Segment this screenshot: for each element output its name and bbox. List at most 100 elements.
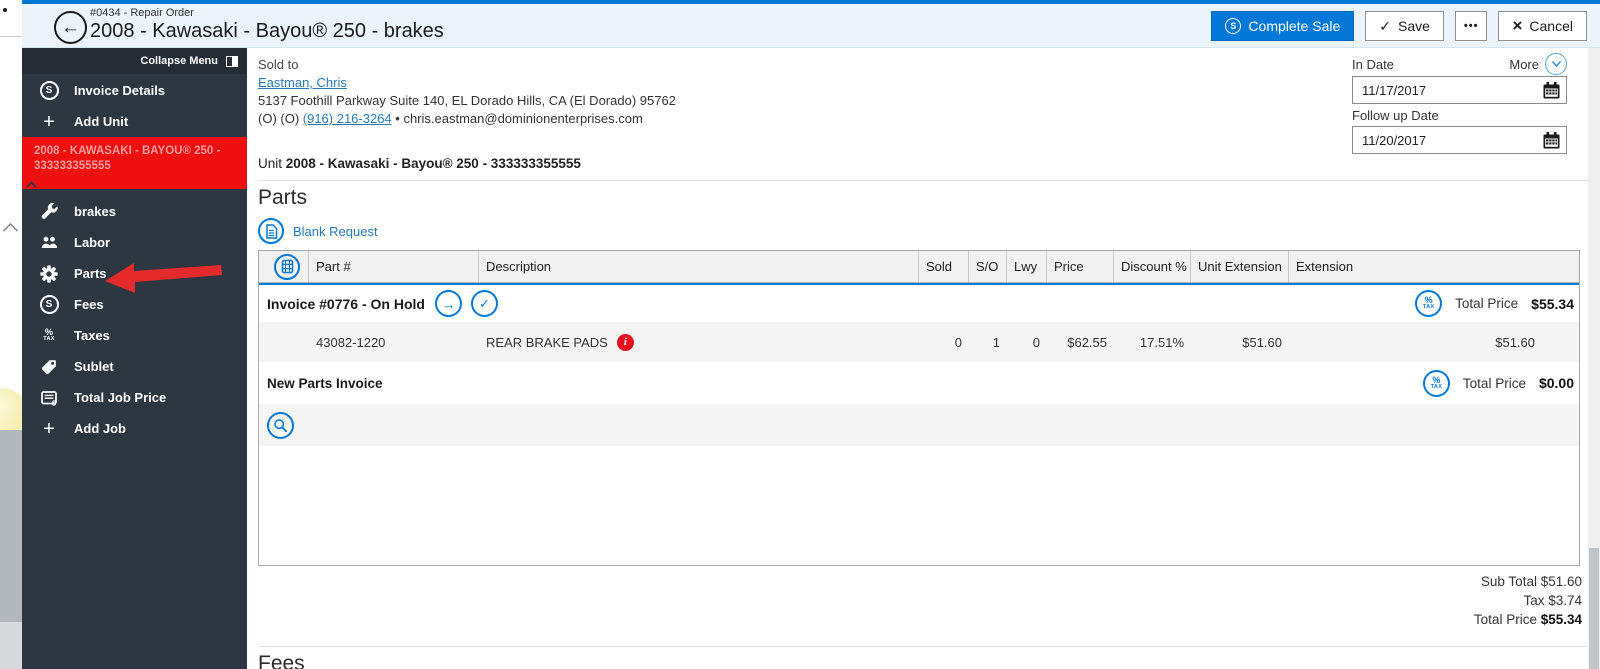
gear-icon [39, 264, 59, 283]
total-price-label: Total Price [1455, 296, 1519, 311]
vertical-scrollbar-thumb[interactable] [1589, 548, 1599, 669]
sidebar-selected-unit[interactable]: 2008 - KAWASAKI - BAYOU® 250 - 333333355… [22, 137, 247, 189]
sidebar-item-label: Sublet [74, 359, 114, 374]
sidebar-item-label: Add Job [74, 421, 126, 436]
part-table-row[interactable]: 43082-1220 REAR BRAKE PADS i 0 1 0 $62.5… [259, 322, 1579, 362]
sidebar-item-add-unit[interactable]: + Add Unit [22, 106, 247, 137]
total-price-line: Total Price $55.34 [1474, 610, 1582, 629]
cancel-label: Cancel [1529, 18, 1573, 34]
section-divider [258, 180, 1588, 181]
sold-to-label: Sold to [258, 57, 299, 72]
calendar-icon[interactable] [1542, 81, 1561, 100]
more-label: More [1509, 56, 1539, 72]
svg-text:$: $ [52, 400, 56, 406]
calendar-icon[interactable] [1542, 131, 1561, 150]
search-icon[interactable] [267, 411, 294, 439]
lwy-cell: 0 [1032, 334, 1040, 350]
unit-label: Unit [258, 156, 286, 171]
customer-name-link[interactable]: Eastman, Chris [258, 75, 347, 90]
sold-cell: 0 [954, 334, 962, 350]
invoice-group-row: Invoice #0776 - On Hold → ✓ % TAX Total P… [259, 283, 1579, 322]
sub-total-label: Sub Total [1480, 574, 1541, 589]
tax-toggle-icon[interactable]: % TAX [1422, 369, 1450, 397]
grand-total-value: $55.34 [1540, 612, 1582, 627]
discount-cell: 17.51% [1139, 334, 1184, 350]
tax-toggle-icon[interactable]: % TAX [1415, 290, 1443, 317]
follow-up-date-input[interactable] [1353, 127, 1566, 153]
s-circle-icon: S [39, 81, 59, 100]
grand-total-label: Total Price [1473, 612, 1541, 627]
sidebar-item-sublet[interactable]: Sublet [22, 351, 247, 382]
tax-line: Tax $3.74 [1474, 591, 1582, 610]
collapse-menu-button[interactable]: Collapse Menu [22, 48, 247, 74]
close-icon: × [1512, 16, 1523, 35]
so-cell: 1 [992, 334, 1000, 350]
header-icon-cell [259, 251, 309, 282]
tax-value: $3.74 [1548, 593, 1582, 608]
parts-catalog-icon[interactable] [274, 253, 300, 280]
sidebar-item-fees[interactable]: S Fees [22, 289, 247, 320]
tag-icon [39, 359, 59, 375]
in-date-input[interactable] [1353, 77, 1566, 103]
extension-cell: $51.60 [1495, 334, 1535, 350]
more-options-button[interactable]: ••• [1454, 11, 1488, 41]
sidebar-item-labor[interactable]: Labor [22, 227, 247, 258]
sidebar-item-invoice-details[interactable]: S Invoice Details [22, 75, 247, 106]
plus-icon: + [43, 110, 55, 133]
goto-invoice-arrow-icon[interactable]: → [434, 290, 462, 317]
section-divider [258, 646, 1588, 647]
in-date-field [1352, 76, 1567, 104]
sidebar-item-parts[interactable]: Parts [22, 258, 247, 289]
in-date-label: In Date [1352, 57, 1394, 72]
follow-up-date-field [1352, 126, 1567, 154]
contact-separator: • [391, 111, 404, 126]
more-dates-button[interactable]: More [1509, 53, 1567, 75]
blank-request-label: Blank Request [293, 223, 378, 239]
sidebar-item-label: Parts [74, 266, 107, 281]
column-header-sold: Sold [919, 251, 969, 282]
column-header-price: Price [1047, 251, 1114, 282]
invoice-group-title: Invoice #0776 - On Hold [267, 295, 425, 312]
new-parts-invoice-row: New Parts Invoice % TAX Total Price $0.00 [259, 362, 1579, 404]
collapse-panel-icon [226, 55, 238, 67]
customer-address: 5137 Foothill Parkway Suite 140, EL Dora… [258, 93, 676, 108]
save-button[interactable]: ✓ Save [1365, 11, 1444, 41]
sidebar-item-label: Fees [74, 297, 104, 312]
part-search-row [259, 404, 1579, 446]
sidebar-item-brakes[interactable]: brakes [22, 196, 247, 227]
chevron-up-icon [26, 181, 37, 188]
cancel-button[interactable]: × Cancel [1498, 11, 1587, 41]
sidebar-item-add-job[interactable]: + Add Job [22, 413, 247, 444]
sidebar-item-label: Add Unit [74, 114, 129, 129]
price-cell: $62.55 [1067, 334, 1107, 350]
complete-sale-label: Complete Sale [1248, 18, 1341, 34]
sub-total-value: $51.60 [1540, 574, 1582, 589]
back-button[interactable]: ← [54, 11, 87, 44]
window-dot [3, 8, 7, 12]
collapse-menu-label: Collapse Menu [140, 55, 218, 67]
left-scrollbar-thumb[interactable] [0, 430, 22, 622]
chevron-up-icon[interactable] [2, 222, 19, 233]
unit-extension-cell: $51.60 [1242, 334, 1282, 350]
info-icon[interactable]: i [616, 333, 634, 351]
left-scrollbar-track[interactable] [0, 622, 22, 669]
follow-up-date-label: Follow up Date [1352, 108, 1439, 123]
selected-unit-label: 2008 - KAWASAKI - BAYOU® 250 - 333333355… [34, 145, 221, 172]
vertical-scrollbar[interactable] [1588, 48, 1600, 669]
repair-order-screen: ← #0434 - Repair Order 2008 - Kawasaki -… [0, 0, 1600, 669]
blank-request-button[interactable]: Blank Request [258, 218, 378, 244]
tax-percent-icon: % TAX [43, 327, 55, 343]
approve-check-icon[interactable]: ✓ [470, 290, 498, 317]
complete-sale-button[interactable]: S Complete Sale [1211, 11, 1355, 41]
description-cell: REAR BRAKE PADS i [479, 333, 919, 351]
parts-table-header: Part # Description Sold S/O Lwy Price Di… [259, 251, 1579, 283]
sidebar-item-taxes[interactable]: % TAX Taxes [22, 320, 247, 351]
phone-link[interactable]: (916) 216-3264 [303, 111, 392, 126]
sidebar-item-label: Total Job Price [74, 390, 167, 405]
new-invoice-title: New Parts Invoice [267, 375, 383, 391]
sidebar-item-total-job-price[interactable]: $ Total Job Price [22, 382, 247, 413]
sidebar-item-label: brakes [74, 204, 116, 219]
main-content: Sold to Eastman, Chris 5137 Foothill Par… [247, 48, 1588, 669]
plus-icon: + [43, 417, 55, 440]
part-description: REAR BRAKE PADS [486, 334, 608, 350]
